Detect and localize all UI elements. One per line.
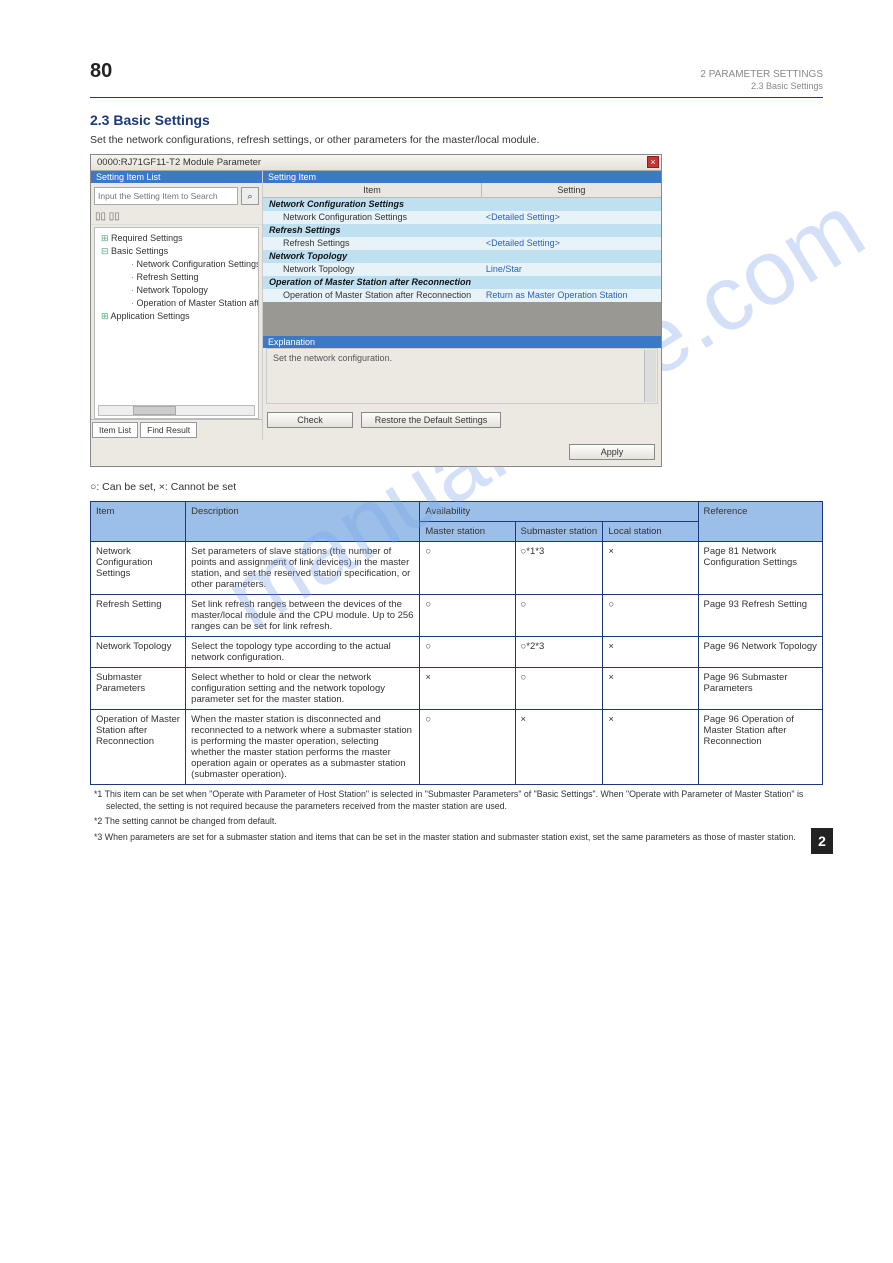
left-panel: Setting Item List ⌕ ▯▯ ▯▯ Required Setti… xyxy=(91,171,263,440)
grid-row[interactable]: Refresh Settings<Detailed Setting> xyxy=(263,237,661,250)
header-right: 2 PARAMETER SETTINGS 2.3 Basic Settings xyxy=(700,68,823,93)
lead-text: Set the network configurations, refresh … xyxy=(90,134,823,146)
footnote-3: *3 When parameters are set for a submast… xyxy=(102,832,823,844)
tab-item-list[interactable]: Item List xyxy=(92,422,138,438)
grid-category[interactable]: Operation of Master Station after Reconn… xyxy=(263,276,661,289)
settings-grid: Network Configuration Settings Network C… xyxy=(263,198,661,336)
module-parameter-window: 0000:RJ71GF11-T2 Module Parameter × Sett… xyxy=(90,154,662,467)
th-item: Item xyxy=(91,501,186,541)
page-header: 80 2 PARAMETER SETTINGS 2.3 Basic Settin… xyxy=(90,60,823,98)
grid-row[interactable]: Operation of Master Station after Reconn… xyxy=(263,289,661,302)
apply-button[interactable]: Apply xyxy=(569,444,655,460)
window-title: 0000:RJ71GF11-T2 Module Parameter xyxy=(97,157,261,168)
restore-defaults-button[interactable]: Restore the Default Settings xyxy=(361,412,501,428)
grid-category[interactable]: Network Topology xyxy=(263,250,661,263)
table-row: Submaster ParametersSelect whether to ho… xyxy=(91,667,823,709)
th-local: Local station xyxy=(603,521,698,541)
tree-item-topology[interactable]: Network Topology xyxy=(101,284,256,297)
grid-header-item: Item xyxy=(263,183,482,197)
left-tabs: Item List Find Result xyxy=(91,419,262,440)
grid-row[interactable]: Network TopologyLine/Star xyxy=(263,263,661,276)
search-input[interactable] xyxy=(94,187,238,205)
legend-text: ○: Can be set, ×: Cannot be set xyxy=(90,481,823,493)
explanation-title: Explanation xyxy=(263,336,661,348)
settings-tree[interactable]: Required Settings Basic Settings Network… xyxy=(94,227,259,419)
right-pane-title: Setting Item xyxy=(263,171,661,183)
horizontal-scrollbar[interactable] xyxy=(98,405,255,416)
chapter-tab: 2 xyxy=(811,828,833,854)
th-avail: Availability xyxy=(420,501,698,521)
header-chapter: 2 PARAMETER SETTINGS xyxy=(700,68,823,81)
footnote-2: *2 The setting cannot be changed from de… xyxy=(102,816,823,828)
tree-toolbar: ▯▯ ▯▯ xyxy=(91,209,262,225)
table-row: Network Configuration SettingsSet parame… xyxy=(91,541,823,594)
th-ref: Reference xyxy=(698,501,822,541)
window-titlebar: 0000:RJ71GF11-T2 Module Parameter × xyxy=(91,155,661,171)
grid-category[interactable]: Refresh Settings xyxy=(263,224,661,237)
left-pane-title: Setting Item List xyxy=(91,171,262,183)
check-button[interactable]: Check xyxy=(267,412,353,428)
th-desc: Description xyxy=(186,501,420,541)
availability-table: Item Description Availability Reference … xyxy=(90,501,823,785)
grid-category[interactable]: Network Configuration Settings xyxy=(263,198,661,211)
header-sub: 2.3 Basic Settings xyxy=(700,81,823,93)
table-row: Refresh SettingSet link refresh ranges b… xyxy=(91,594,823,636)
close-icon[interactable]: × xyxy=(647,156,659,168)
vertical-scrollbar[interactable] xyxy=(644,350,656,402)
tree-item-master-op[interactable]: Operation of Master Station afte xyxy=(101,297,256,310)
tree-item-netconfig[interactable]: Network Configuration Settings xyxy=(101,258,256,271)
tab-find-result[interactable]: Find Result xyxy=(140,422,197,438)
grid-header-setting: Setting xyxy=(482,183,661,197)
explanation-text: Set the network configuration. xyxy=(273,353,392,363)
section-heading: 802.3 Basic Settings xyxy=(90,112,823,128)
search-icon[interactable]: ⌕ xyxy=(241,187,259,205)
tree-required[interactable]: Required Settings xyxy=(101,232,256,245)
table-row: Operation of Master Station after Reconn… xyxy=(91,709,823,784)
th-submaster: Submaster station xyxy=(515,521,603,541)
right-panel: Setting Item Item Setting Network Config… xyxy=(263,171,661,440)
th-master: Master station xyxy=(420,521,515,541)
section-title: Basic Settings xyxy=(113,112,209,128)
tree-item-refresh[interactable]: Refresh Setting xyxy=(101,271,256,284)
tree-application[interactable]: Application Settings xyxy=(101,310,256,323)
grid-header: Item Setting xyxy=(263,183,661,198)
tree-basic[interactable]: Basic Settings xyxy=(101,245,256,258)
explanation-body: Set the network configuration. xyxy=(266,348,658,404)
footnote-1: *1 This item can be set when "Operate wi… xyxy=(102,789,823,813)
table-row: Network TopologySelect the topology type… xyxy=(91,636,823,667)
grid-row[interactable]: Network Configuration Settings<Detailed … xyxy=(263,211,661,224)
page-number: 80 xyxy=(90,60,112,83)
grid-empty xyxy=(263,302,661,336)
